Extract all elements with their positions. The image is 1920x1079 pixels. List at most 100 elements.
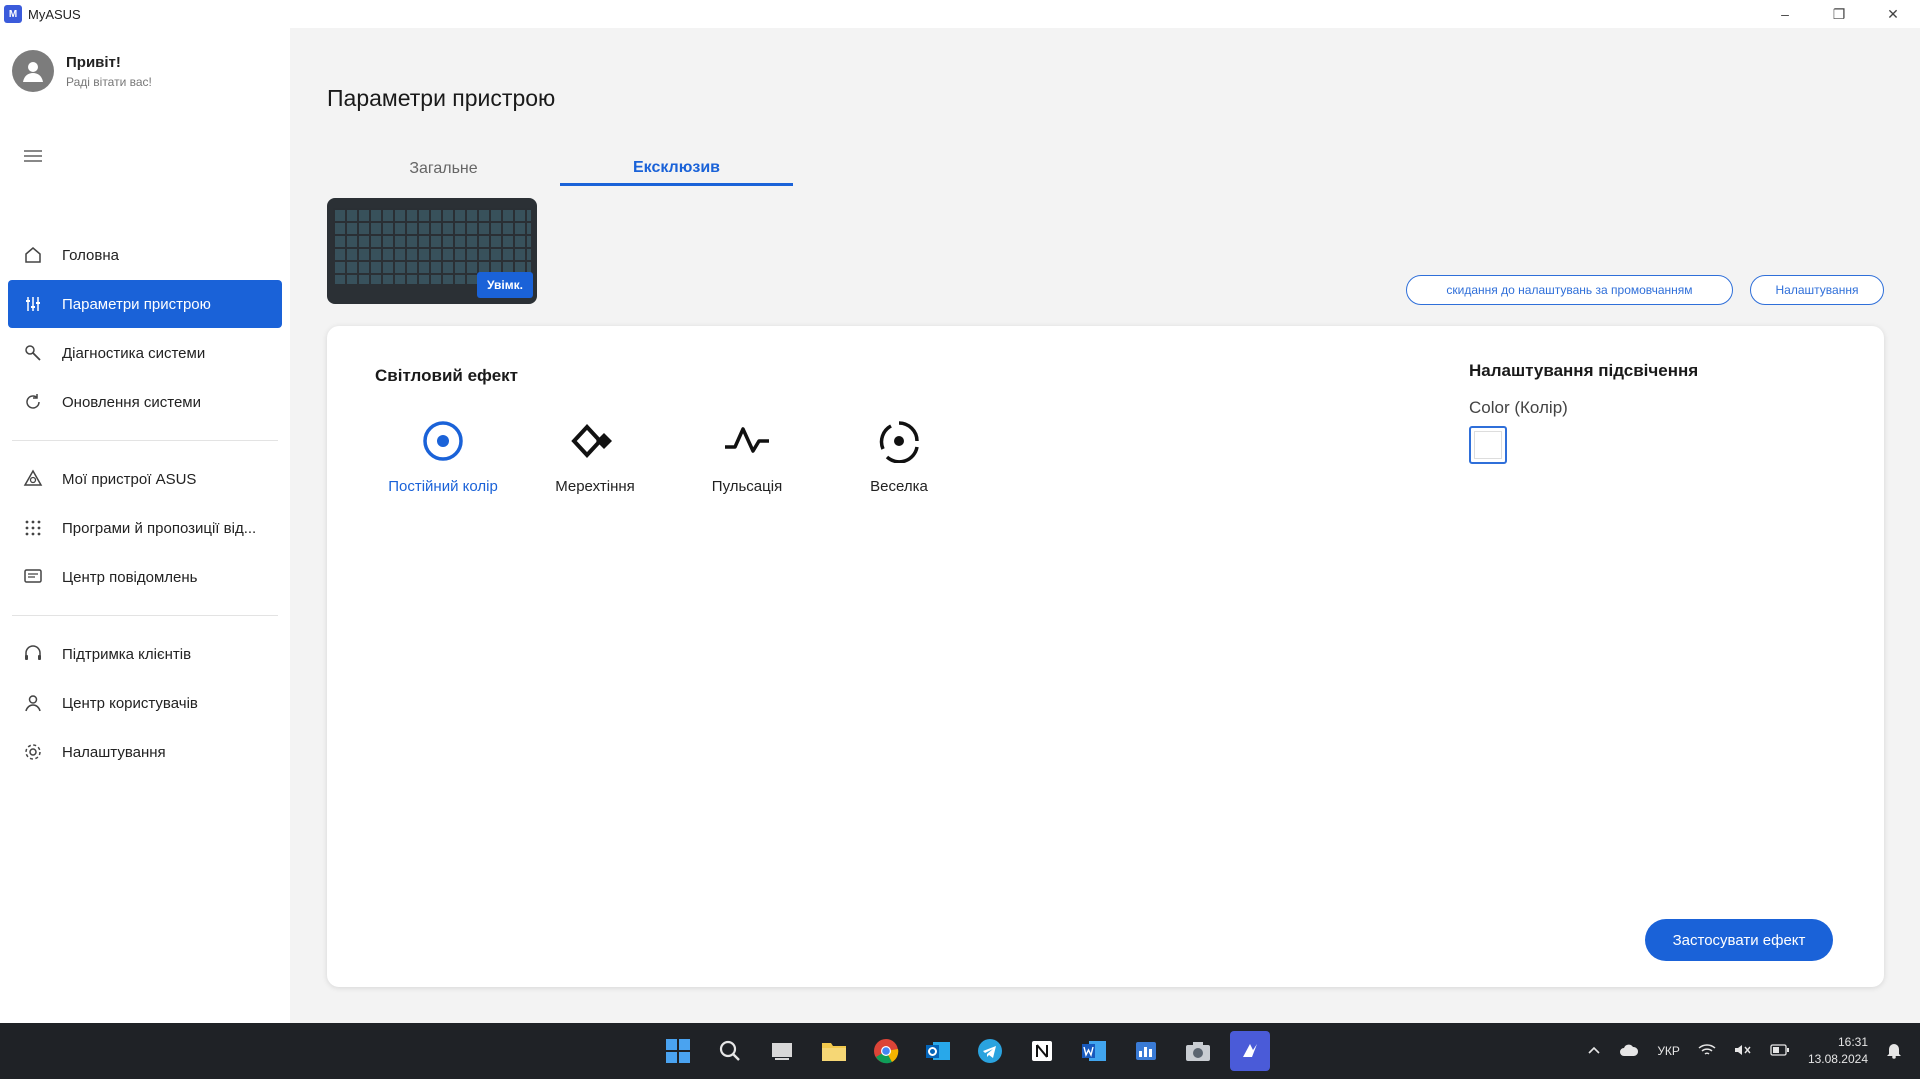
backlight-settings-title: Налаштування підсвічення [1469,361,1699,380]
user-icon [22,692,44,714]
sidebar-item-label: Діагностика системи [62,344,206,362]
sidebar-item-label: Мої пристрої ASUS [62,470,197,488]
wrench-icon [22,342,44,364]
sidebar-item-label: Програми й пропозиції від... [62,519,257,537]
taskbar: УКР 16:31 13.08.2024 [0,1023,1920,1079]
rainbow-icon [874,416,924,466]
message-icon [22,566,44,588]
static-color-icon [418,416,468,466]
clock[interactable]: 16:31 13.08.2024 [1808,1034,1868,1068]
myasus-logo-icon: M [4,5,22,23]
taskbar-apps [658,1031,1282,1071]
keyboard-backlight-card[interactable]: Увімк. [327,198,537,304]
apps-grid-icon [22,517,44,539]
sidebar-item-device-settings[interactable]: Параметри пристрою [8,280,282,328]
sidebar-item-settings[interactable]: Налаштування [8,728,282,776]
effect-blink[interactable]: Мерехтіння [519,416,671,495]
sidebar-item-messages[interactable]: Центр повідомлень [8,553,282,601]
search-icon[interactable] [710,1031,750,1071]
chevron-up-icon[interactable] [1587,1044,1601,1058]
clock-date: 13.08.2024 [1807,1052,1868,1066]
camera-icon[interactable] [1178,1031,1218,1071]
chrome-icon[interactable] [866,1031,906,1071]
outlook-icon[interactable] [918,1031,958,1071]
headset-icon [22,643,44,665]
sidebar-item-user-center[interactable]: Центр користувачів [8,679,282,727]
sidebar: Привіт! Раді вітати вас! Головна Парамет… [0,28,290,1023]
effect-static-color[interactable]: Постійний колір [367,416,519,495]
nav-divider [12,615,278,616]
avatar [12,50,54,92]
lighting-effect-card: Світловий ефект Постійний колір Мерехтін… [327,326,1884,987]
sidebar-item-label: Оновлення системи [62,393,201,411]
status-badge: Увімк. [477,272,533,298]
sidebar-item-label: Головна [62,246,119,264]
effect-label: Веселка [870,478,928,495]
title-bar: M MyASUS – ❐ ✕ [0,0,1920,28]
task-view-icon[interactable] [762,1031,802,1071]
myasus-taskbar-icon[interactable] [1230,1031,1270,1071]
tab-general[interactable]: Загальне [327,152,560,186]
color-picker[interactable] [1469,426,1507,464]
sidebar-item-label: Центр користувачів [62,694,198,712]
sidebar-item-home[interactable]: Головна [8,231,282,279]
nav-divider [12,440,278,441]
update-icon [22,391,44,413]
sidebar-item-support[interactable]: Підтримка клієнтів [8,630,282,678]
effect-label: Пульсація [711,478,783,495]
close-button[interactable]: ✕ [1866,0,1920,28]
reset-defaults-button[interactable]: скидання до налаштувань за промовчанням [1406,275,1733,305]
clock-time: 16:31 [1837,1035,1868,1049]
tab-exclusive[interactable]: Ексклюзив [560,152,793,186]
sidebar-nav: Головна Параметри пристрою Діагностика с… [8,231,282,777]
wifi-icon[interactable] [1698,1043,1716,1060]
user-profile[interactable]: Привіт! Раді вітати вас! [12,50,152,92]
devices-icon [22,468,44,490]
sidebar-item-my-devices[interactable]: Мої пристрої ASUS [8,455,282,503]
app-title: MyASUS [28,6,81,22]
language-indicator[interactable]: УКР [1657,1044,1680,1058]
sidebar-item-label: Налаштування [62,743,166,761]
window-controls: – ❐ ✕ [1758,0,1920,28]
person-icon [23,62,43,82]
effect-rainbow[interactable]: Веселка [823,416,975,495]
user-greeting: Привіт! [66,53,121,71]
sidebar-item-label: Параметри пристрою [62,295,211,313]
notification-bell-icon[interactable] [1886,1041,1902,1062]
cloud-icon[interactable] [1619,1043,1639,1060]
user-subtitle: Раді вітати вас! [66,74,152,89]
volume-muted-icon[interactable] [1734,1043,1752,1060]
app-dashboard-icon[interactable] [1126,1031,1166,1071]
sidebar-item-apps[interactable]: Програми й пропозиції від... [8,504,282,552]
tab-bar: Загальне Ексклюзив [327,152,793,186]
sidebar-item-label: Центр повідомлень [62,568,198,586]
word-icon[interactable] [1074,1031,1114,1071]
notion-icon[interactable] [1022,1031,1062,1071]
home-icon [22,244,44,266]
effects-list: Постійний колір Мерехтіння Пульсація Вес… [367,416,975,495]
color-swatch-fill [1474,431,1502,459]
sidebar-item-diagnostics[interactable]: Діагностика системи [8,329,282,377]
effects-title: Світловий ефект [375,366,518,385]
effect-label: Постійний колір [388,478,498,495]
file-explorer-icon[interactable] [814,1031,854,1071]
gear-icon [22,741,44,763]
sliders-icon [22,293,44,315]
page-title: Параметри пристрою [327,85,556,111]
effect-pulse[interactable]: Пульсація [671,416,823,495]
settings-button[interactable]: Налаштування [1750,275,1884,305]
effect-label: Мерехтіння [555,478,635,495]
pulse-icon [722,416,772,466]
minimize-button[interactable]: – [1758,0,1812,28]
apply-effect-button[interactable]: Застосувати ефект [1645,919,1833,961]
system-tray: УКР 16:31 13.08.2024 [1569,1023,1902,1079]
sidebar-item-update[interactable]: Оновлення системи [8,378,282,426]
restore-button[interactable]: ❐ [1812,0,1866,28]
blink-icon [570,416,620,466]
telegram-icon[interactable] [970,1031,1010,1071]
menu-toggle-icon[interactable] [24,150,42,162]
windows-start-icon[interactable] [658,1031,698,1071]
battery-icon[interactable] [1770,1043,1790,1059]
sidebar-item-label: Підтримка клієнтів [62,645,192,663]
color-label: Color (Колір) [1469,398,1568,417]
